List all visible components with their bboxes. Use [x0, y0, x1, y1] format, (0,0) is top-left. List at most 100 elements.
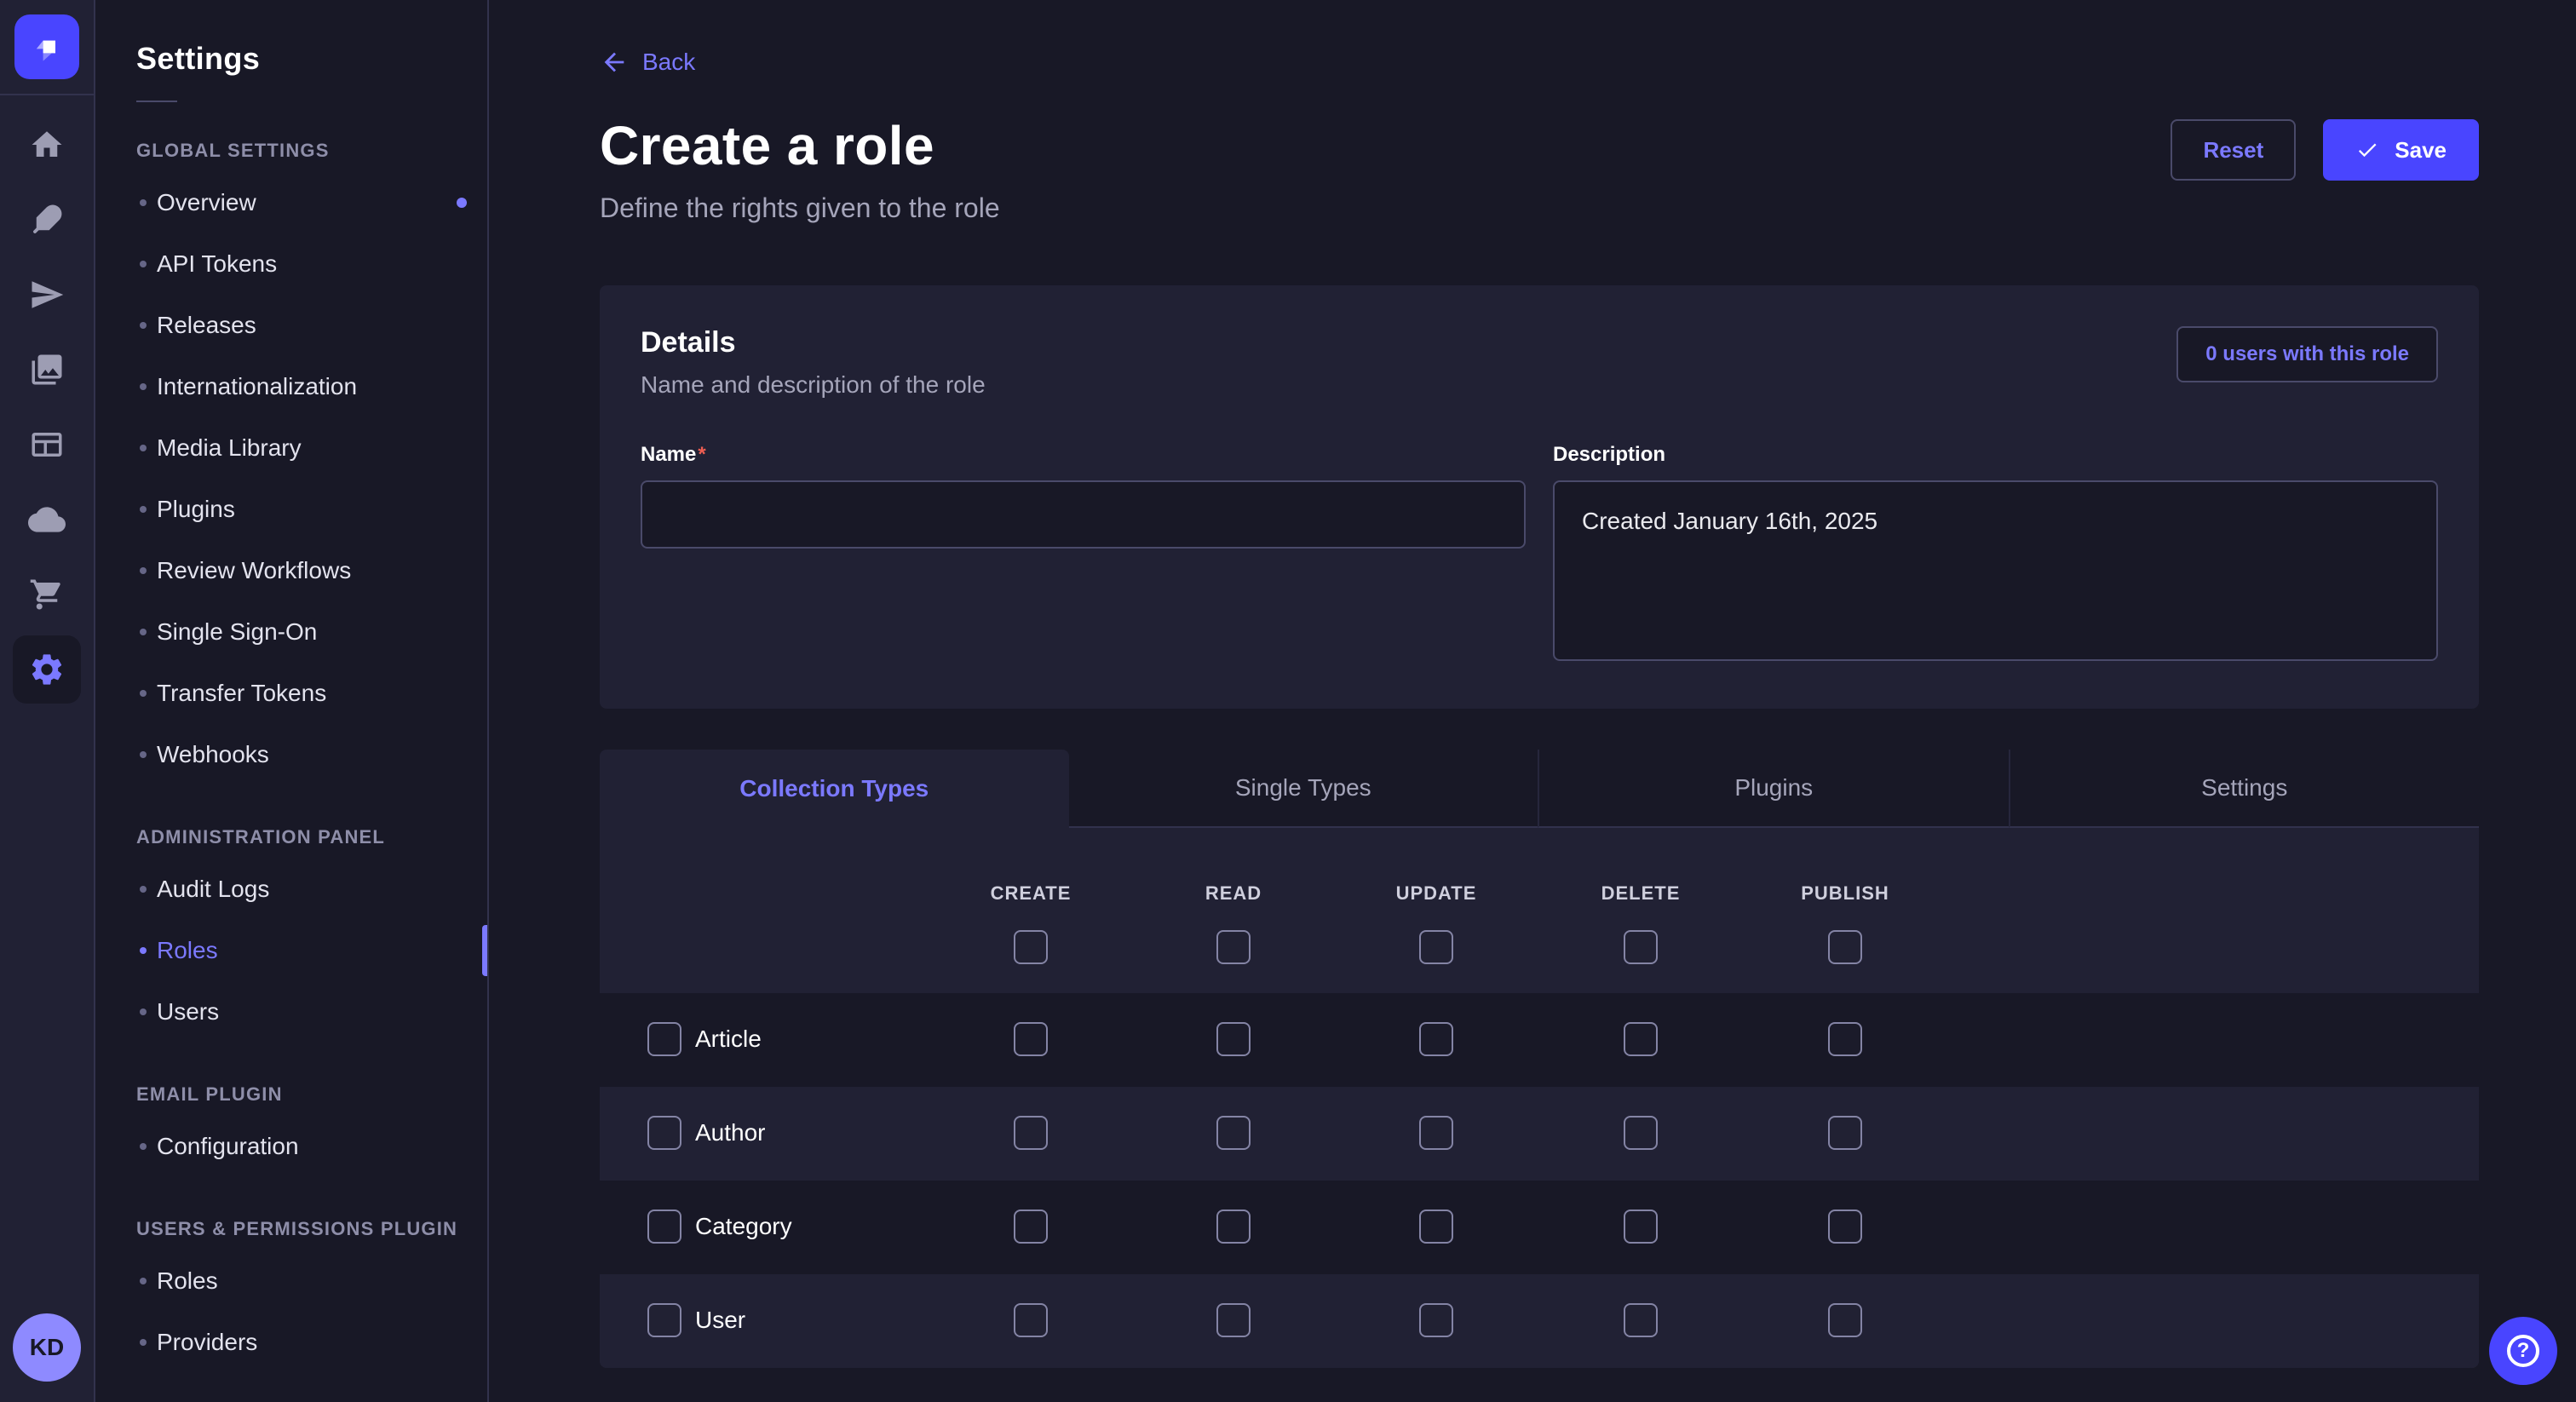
- select-all-publish-checkbox[interactable]: [1828, 930, 1862, 964]
- strapi-logo[interactable]: [14, 14, 79, 79]
- section-users-permissions-plugin: USERS & PERMISSIONS PLUGIN: [136, 1218, 487, 1240]
- sidebar-item-plugins[interactable]: Plugins: [95, 479, 487, 540]
- paper-plane-icon[interactable]: [13, 261, 81, 329]
- sidebar-item-label: Releases: [157, 312, 256, 339]
- avatar[interactable]: KD: [13, 1313, 81, 1382]
- sidebar-item-audit-logs[interactable]: Audit Logs: [95, 859, 487, 920]
- delete-checkbox[interactable]: [1624, 1210, 1658, 1244]
- tab-settings[interactable]: Settings: [2009, 750, 2480, 828]
- details-title: Details: [641, 326, 986, 359]
- delete-checkbox[interactable]: [1624, 1116, 1658, 1150]
- bullet-icon: [140, 567, 147, 574]
- read-checkbox[interactable]: [1216, 1303, 1251, 1337]
- sidebar-item-single-sign-on[interactable]: Single Sign-On: [95, 601, 487, 663]
- cart-icon[interactable]: [13, 560, 81, 629]
- layout-icon[interactable]: [13, 411, 81, 479]
- bullet-icon: [140, 261, 147, 267]
- cloud-icon[interactable]: [13, 486, 81, 554]
- row-label: User: [695, 1307, 745, 1334]
- update-checkbox[interactable]: [1419, 1303, 1453, 1337]
- publish-checkbox[interactable]: [1828, 1303, 1862, 1337]
- section-email-plugin: EMAIL PLUGIN: [136, 1083, 487, 1106]
- sidebar-item-transfer-tokens[interactable]: Transfer Tokens: [95, 663, 487, 724]
- sidebar-item-webhooks[interactable]: Webhooks: [95, 724, 487, 785]
- sidebar-item-providers[interactable]: Providers: [95, 1312, 487, 1373]
- save-button[interactable]: Save: [2323, 119, 2479, 181]
- description-textarea[interactable]: Created January 16th, 2025: [1553, 480, 2438, 661]
- gear-icon[interactable]: [13, 635, 81, 704]
- create-checkbox[interactable]: [1014, 1116, 1048, 1150]
- page-header: Create a role Define the rights given to…: [600, 114, 2479, 224]
- sidebar-item-releases[interactable]: Releases: [95, 295, 487, 356]
- bullet-icon: [140, 751, 147, 758]
- sidebar-item-review-workflows[interactable]: Review Workflows: [95, 540, 487, 601]
- check-icon: [2355, 138, 2379, 162]
- sidebar-item-up-roles[interactable]: Roles: [95, 1250, 487, 1312]
- reset-button[interactable]: Reset: [2171, 119, 2296, 181]
- sidebar-item-label: Single Sign-On: [157, 618, 317, 646]
- page-title: Create a role: [600, 114, 1000, 177]
- help-button[interactable]: ?: [2489, 1317, 2557, 1385]
- home-icon[interactable]: [13, 111, 81, 179]
- tab-single-types[interactable]: Single Types: [1069, 750, 1538, 828]
- row-label: Category: [695, 1213, 792, 1240]
- row-select-checkbox[interactable]: [647, 1116, 681, 1150]
- sidebar-item-users[interactable]: Users: [95, 981, 487, 1043]
- name-input[interactable]: [641, 480, 1526, 549]
- select-all-read-checkbox[interactable]: [1216, 930, 1251, 964]
- back-label: Back: [642, 49, 695, 76]
- read-checkbox[interactable]: [1216, 1210, 1251, 1244]
- delete-checkbox[interactable]: [1624, 1022, 1658, 1056]
- update-checkbox[interactable]: [1419, 1116, 1453, 1150]
- permissions-tabs: Collection Types Single Types Plugins Se…: [600, 750, 2479, 828]
- sidebar-item-label: Users: [157, 998, 219, 1026]
- sidebar-item-api-tokens[interactable]: API Tokens: [95, 233, 487, 295]
- select-all-update-checkbox[interactable]: [1419, 930, 1453, 964]
- app-window: KD Settings GLOBAL SETTINGS Overview API…: [0, 0, 2576, 1402]
- sidebar-item-label: Audit Logs: [157, 876, 269, 903]
- rail-nav: [13, 107, 81, 707]
- name-label: Name*: [641, 443, 1526, 467]
- select-all-delete-checkbox[interactable]: [1624, 930, 1658, 964]
- divider: [136, 101, 177, 102]
- name-label-text: Name: [641, 443, 696, 466]
- column-header-update: UPDATE: [1334, 882, 1538, 905]
- tab-plugins[interactable]: Plugins: [1538, 750, 2009, 828]
- users-with-role-button[interactable]: 0 users with this role: [2176, 326, 2438, 382]
- read-checkbox[interactable]: [1216, 1022, 1251, 1056]
- tab-collection-types[interactable]: Collection Types: [600, 750, 1069, 828]
- bullet-icon: [140, 199, 147, 206]
- create-checkbox[interactable]: [1014, 1022, 1048, 1056]
- row-select-checkbox[interactable]: [647, 1022, 681, 1056]
- back-link[interactable]: Back: [600, 48, 695, 77]
- bullet-icon: [140, 1339, 147, 1346]
- sidebar-item-label: Plugins: [157, 496, 235, 523]
- create-checkbox[interactable]: [1014, 1303, 1048, 1337]
- select-all-create-checkbox[interactable]: [1014, 930, 1048, 964]
- permissions-section: Collection Types Single Types Plugins Se…: [600, 750, 2479, 1368]
- sidebar-item-media-library[interactable]: Media Library: [95, 417, 487, 479]
- sidebar-item-configuration[interactable]: Configuration: [95, 1116, 487, 1177]
- sidebar-item-internationalization[interactable]: Internationalization: [95, 356, 487, 417]
- row-select-checkbox[interactable]: [647, 1210, 681, 1244]
- media-library-icon[interactable]: [13, 336, 81, 404]
- delete-checkbox[interactable]: [1624, 1303, 1658, 1337]
- bullet-icon: [140, 383, 147, 390]
- publish-checkbox[interactable]: [1828, 1116, 1862, 1150]
- strapi-logo-icon: [26, 26, 67, 67]
- sidebar-item-overview[interactable]: Overview: [95, 172, 487, 233]
- update-checkbox[interactable]: [1419, 1022, 1453, 1056]
- row-select-checkbox[interactable]: [647, 1303, 681, 1337]
- create-checkbox[interactable]: [1014, 1210, 1048, 1244]
- publish-checkbox[interactable]: [1828, 1022, 1862, 1056]
- feather-icon[interactable]: [13, 186, 81, 254]
- read-checkbox[interactable]: [1216, 1116, 1251, 1150]
- publish-checkbox[interactable]: [1828, 1210, 1862, 1244]
- sidebar-item-roles[interactable]: Roles: [95, 920, 487, 981]
- table-row-author: Author: [600, 1087, 2479, 1181]
- sidebar-item-label: Transfer Tokens: [157, 680, 326, 707]
- permissions-table-header: CREATE READ UPDATE DELETE PUBLISH: [600, 828, 2479, 993]
- table-row-category: Category: [600, 1181, 2479, 1274]
- update-checkbox[interactable]: [1419, 1210, 1453, 1244]
- details-card: Details Name and description of the role…: [600, 285, 2479, 709]
